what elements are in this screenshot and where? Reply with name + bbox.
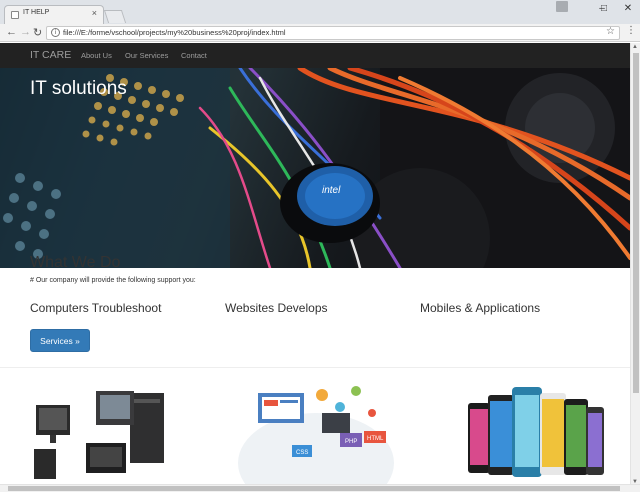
nav-link-contact[interactable]: Contact	[181, 51, 207, 60]
profile-icon[interactable]	[556, 1, 568, 12]
page-info-icon[interactable]: i	[51, 28, 60, 37]
browser-chrome: IT HELP × – □ ✕ ← → ↻ i file:///E:/forme…	[0, 0, 640, 42]
service-heading-mobiles: Mobiles & Applications	[420, 301, 541, 315]
tab-close-icon[interactable]: ×	[92, 8, 97, 18]
hero-banner: intel IT solutions	[0, 68, 630, 268]
new-tab-button[interactable]	[103, 10, 127, 23]
maximize-button[interactable]: □	[592, 0, 616, 16]
horizontal-scroll-thumb[interactable]	[8, 486, 620, 491]
section-subtitle: # Our company will provide the following…	[30, 277, 196, 284]
css-badge: CSS	[296, 450, 308, 456]
web-development-illustration: PHP HTML CSS	[238, 386, 394, 486]
service-heading-websites: Websites Develops	[225, 301, 328, 315]
page-favicon-icon	[11, 11, 19, 19]
tab-title: IT HELP	[23, 9, 50, 16]
vertical-scrollbar[interactable]: ▲ ▼	[630, 43, 640, 486]
forward-icon[interactable]: →	[20, 26, 31, 38]
horizontal-scrollbar[interactable]	[0, 484, 640, 492]
section-title: What We Do	[30, 254, 121, 271]
browser-tab[interactable]: IT HELP ×	[4, 5, 104, 24]
address-bar[interactable]: i file:///E:/forme/vschool/projects/my%2…	[46, 26, 620, 40]
scroll-up-icon[interactable]: ▲	[632, 44, 638, 50]
browser-toolbar: ← → ↻ i file:///E:/forme/vschool/project…	[0, 24, 640, 42]
nav-link-services[interactable]: Our Services	[125, 51, 168, 60]
close-window-button[interactable]: ✕	[616, 0, 640, 16]
services-button[interactable]: Services »	[30, 329, 90, 352]
mobiles-illustration	[468, 387, 604, 477]
address-url[interactable]: file:///E:/forme/vschool/projects/my%20b…	[63, 28, 286, 37]
service-heading-computers: Computers Troubleshoot	[30, 301, 162, 315]
browser-menu-icon[interactable]: ⋮	[626, 25, 636, 36]
page-viewport: IT CARE About Us Our Services Contact in…	[0, 43, 630, 486]
hero-title: IT solutions	[30, 78, 127, 99]
tab-strip: IT HELP × – □ ✕	[0, 0, 640, 24]
nav-link-about[interactable]: About Us	[81, 51, 112, 60]
navbar-brand[interactable]: IT CARE	[30, 49, 71, 61]
php-badge: PHP	[345, 439, 357, 445]
cpu-intel-logo: intel	[322, 185, 341, 196]
section-divider	[0, 367, 630, 368]
site-navbar: IT CARE About Us Our Services Contact	[0, 43, 630, 68]
reload-icon[interactable]: ↻	[33, 26, 42, 39]
bookmark-star-icon[interactable]: ☆	[606, 26, 615, 37]
vertical-scroll-thumb[interactable]	[633, 53, 639, 393]
computers-illustration	[34, 391, 164, 479]
back-icon[interactable]: ←	[6, 26, 17, 38]
html-badge: HTML	[367, 436, 384, 442]
